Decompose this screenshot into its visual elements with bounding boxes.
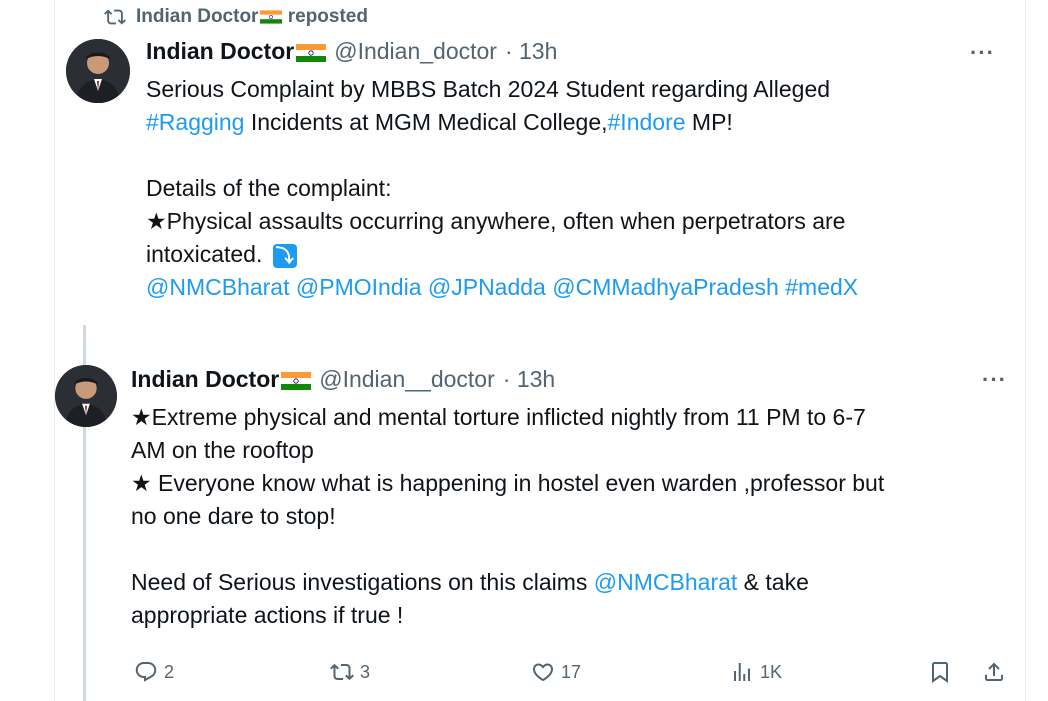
show-more-icon[interactable]: ⤵ xyxy=(272,243,297,268)
tweet1-body: Serious Complaint by MBBS Batch 2024 Stu… xyxy=(146,73,996,304)
bookmark-icon xyxy=(932,662,948,683)
india-flag-icon xyxy=(281,371,312,390)
more-options-button[interactable]: ··· xyxy=(970,40,995,66)
tweet-action-bar: 2 3 17 1K xyxy=(130,660,1010,692)
share-button[interactable] xyxy=(982,660,1006,684)
repost-icon xyxy=(104,9,126,25)
tweet-text: Need of Serious investigations on this c… xyxy=(131,569,594,595)
hashtag-link[interactable]: #Indore xyxy=(608,109,686,135)
tweet2-header: Indian Doctor @Indian__doctor · 13h xyxy=(131,366,555,393)
reply-button[interactable]: 2 xyxy=(134,660,174,684)
tweet-text: MP! xyxy=(685,109,733,135)
tweet-text-line: #Ragging Incidents at MGM Medical Colleg… xyxy=(146,106,996,139)
like-count: 17 xyxy=(561,661,582,682)
heart-icon xyxy=(532,663,554,682)
mention-link[interactable]: @NMCBharat xyxy=(594,569,738,595)
view-count: 1K xyxy=(760,661,783,682)
tweet-text-line: appropriate actions if true ! xyxy=(131,602,404,628)
tweet-text-line: intoxicated. ⤵ xyxy=(146,238,996,271)
mentions-line[interactable]: @NMCBharat @PMOIndia @JPNadda @CMMadhyaP… xyxy=(146,271,996,304)
analytics-icon xyxy=(734,663,750,681)
repost-header[interactable]: Indian Doctor reposted xyxy=(104,4,368,30)
india-flag-icon xyxy=(296,43,327,62)
avatar[interactable] xyxy=(55,365,117,427)
tweet-text-line: AM on the rooftop xyxy=(131,437,314,463)
india-flag-icon xyxy=(260,10,283,24)
share-icon xyxy=(985,662,1003,681)
reply-icon xyxy=(135,662,157,682)
tweet-text: & take xyxy=(737,569,809,595)
author-name[interactable]: Indian Doctor xyxy=(131,366,279,392)
author-handle[interactable]: @Indian_doctor xyxy=(334,38,497,65)
tweet2-body: ★Extreme physical and mental torture inf… xyxy=(131,401,1001,632)
timestamp[interactable]: · 13h xyxy=(505,38,557,65)
user-avatar-icon xyxy=(66,39,130,103)
author-name[interactable]: Indian Doctor xyxy=(146,38,294,64)
repost-icon xyxy=(330,663,354,681)
tweet-text-line: ★Physical assaults occurring anywhere, o… xyxy=(146,208,846,234)
hashtag-link[interactable]: #Ragging xyxy=(146,109,244,135)
repost-count: 3 xyxy=(360,661,371,682)
tweet-text-line: Need of Serious investigations on this c… xyxy=(131,566,1001,599)
bookmark-button[interactable] xyxy=(928,660,952,684)
tweet1-header: Indian Doctor @Indian_doctor · 13h xyxy=(146,38,557,65)
tweet-text-line: ★ Everyone know what is happening in hos… xyxy=(131,470,885,496)
avatar[interactable] xyxy=(66,39,130,103)
repost-suffix: reposted xyxy=(287,6,368,27)
tweet-text-line: Serious Complaint by MBBS Batch 2024 Stu… xyxy=(146,76,831,102)
tweet-text-line: no one dare to stop! xyxy=(131,503,336,529)
tweet-text-line: ★Extreme physical and mental torture inf… xyxy=(131,404,866,430)
more-options-button[interactable]: ··· xyxy=(982,367,1007,393)
user-avatar-icon xyxy=(55,365,117,427)
views-button[interactable]: 1K xyxy=(730,660,782,684)
tweet-text: intoxicated. xyxy=(146,241,263,267)
details-heading: Details of the complaint: xyxy=(146,175,392,201)
reply-count: 2 xyxy=(164,661,175,682)
author-handle[interactable]: @Indian__doctor xyxy=(319,366,495,393)
tweet-text: Incidents at MGM Medical College, xyxy=(244,109,608,135)
repost-user[interactable]: Indian Doctor xyxy=(136,6,258,27)
timestamp[interactable]: · 13h xyxy=(503,366,555,393)
like-button[interactable]: 17 xyxy=(531,660,581,684)
repost-button[interactable]: 3 xyxy=(330,660,370,684)
